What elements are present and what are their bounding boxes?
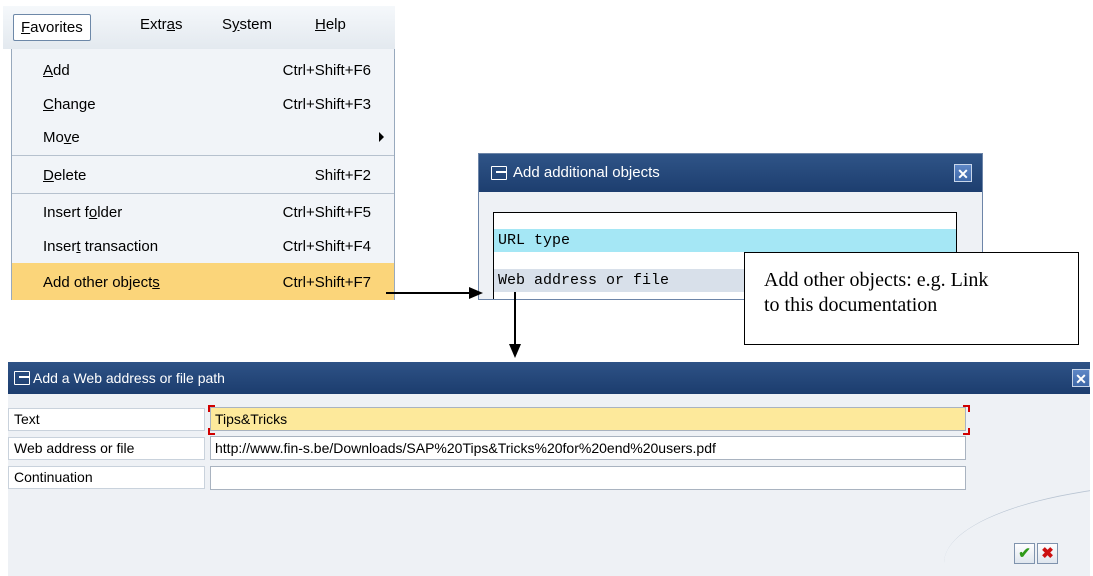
required-marker [963,428,970,435]
menu-item-delete[interactable]: Delete Shift+F2 [12,158,394,192]
shortcut-label: Ctrl+Shift+F5 [282,204,371,221]
annotation-callout: Add other objects: e.g. Link to this doc… [744,252,1079,345]
arrow-connector [386,292,469,294]
field-label-web-address: Web address or file [8,437,205,460]
menu-item-change[interactable]: Change Ctrl+Shift+F3 [12,87,394,121]
menu-item-move[interactable]: Move [12,120,394,154]
add-web-address-dialog: Add a Web address or file path ✕ Text Ti… [8,362,1090,576]
shortcut-label: Ctrl+Shift+F7 [282,274,371,291]
field-label-text: Text [8,408,205,431]
window-icon [14,371,30,385]
close-icon[interactable]: ✕ [954,164,972,182]
menu-item-add-other-objects[interactable]: Add other objects Ctrl+Shift+F7 [12,263,394,300]
continuation-input[interactable] [210,466,966,490]
dialog-title: Add a Web address or file path [33,370,225,386]
list-item-url-type[interactable]: URL type [494,229,956,252]
menu-item-add[interactable]: Add Ctrl+Shift+F6 [12,53,394,87]
window-icon [491,166,507,180]
required-marker [208,428,215,435]
cancel-button[interactable]: ✖ [1037,543,1058,564]
close-icon[interactable]: ✕ [1072,369,1090,387]
required-marker [963,405,970,412]
menu-help[interactable]: Help [315,16,346,33]
dialog-title: Add additional objects [513,164,660,181]
menu-system[interactable]: System [222,16,272,33]
menu-separator [12,193,394,194]
menu-separator [12,155,394,156]
favorites-dropdown: Add Ctrl+Shift+F6 Change Ctrl+Shift+F3 M… [11,49,395,300]
shortcut-label: Ctrl+Shift+F4 [282,238,371,255]
menu-favorites[interactable]: Favorites [13,14,91,41]
shortcut-label: Ctrl+Shift+F6 [282,62,371,79]
menu-item-insert-transaction[interactable]: Insert transaction Ctrl+Shift+F4 [12,229,394,263]
menu-item-insert-folder[interactable]: Insert folder Ctrl+Shift+F5 [12,195,394,229]
required-marker [208,405,215,412]
text-input[interactable]: Tips&Tricks [210,407,966,431]
dialog-titlebar: Add additional objects ✕ [479,154,982,192]
arrow-head-icon [509,344,521,358]
dialog-titlebar: Add a Web address or file path ✕ [8,362,1090,394]
menu-extras[interactable]: Extras [140,16,183,33]
menu-bar: Favorites Extras System Help [3,6,395,49]
arrow-connector [514,292,516,344]
submenu-arrow-icon [379,132,384,142]
shortcut-label: Shift+F2 [314,167,371,184]
web-address-input[interactable]: http://www.fin-s.be/Downloads/SAP%20Tips… [210,436,966,460]
shortcut-label: Ctrl+Shift+F3 [282,96,371,113]
arrow-head-icon [469,287,483,299]
confirm-button[interactable]: ✔ [1014,543,1035,564]
field-label-continuation: Continuation [8,466,205,489]
callout-line: to this documentation [764,294,938,316]
callout-line: Add other objects: e.g. Link [764,269,989,291]
